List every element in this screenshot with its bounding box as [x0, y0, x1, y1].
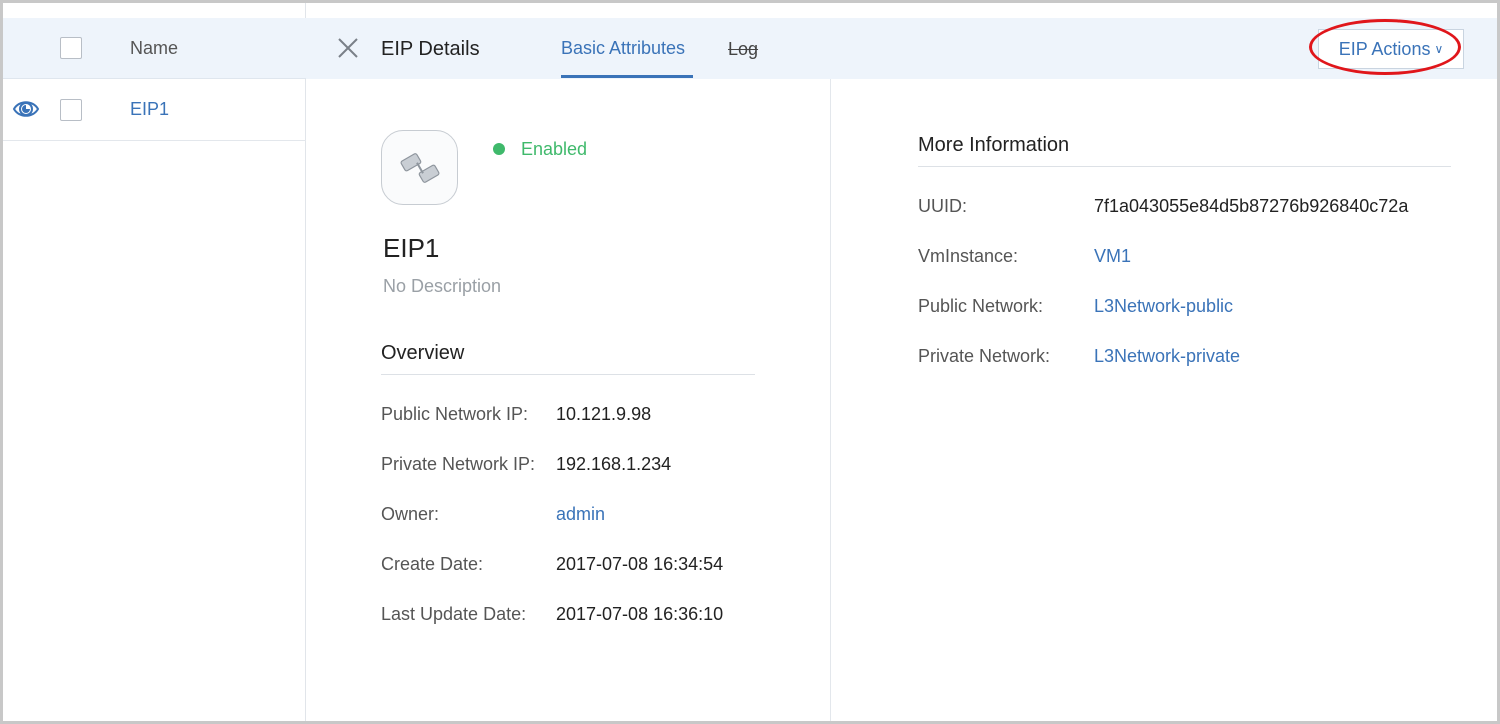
public-network-ip-value: 10.121.9.98: [556, 404, 652, 424]
eip-name: EIP1: [383, 233, 440, 263]
tab-basic-attributes[interactable]: Basic Attributes: [561, 38, 685, 59]
status-indicator: [493, 143, 505, 155]
uuid-value: 7f1a043055e84d5b87276b926840c72a: [1094, 196, 1409, 216]
detail-header: EIP Details Basic Attributes Log EIP Act…: [306, 18, 1497, 79]
last-update-date-value: 2017-07-08 16:36:10: [556, 604, 724, 624]
public-network-ip-label: Public Network IP:: [381, 404, 529, 424]
detail-title: EIP Details: [381, 38, 480, 60]
select-all-checkbox[interactable]: [60, 37, 82, 59]
overview-title: Overview: [381, 342, 465, 364]
overview-divider: [381, 374, 755, 375]
row-name-link[interactable]: EIP1: [130, 99, 169, 120]
vminstance-link[interactable]: VM1: [1094, 246, 1131, 267]
list-header: Name: [3, 18, 306, 79]
private-network-link[interactable]: L3Network-private: [1094, 346, 1240, 367]
owner-label: Owner:: [381, 504, 440, 524]
private-network-ip-value: 192.168.1.234: [556, 454, 672, 474]
tab-log[interactable]: Log: [728, 39, 758, 60]
eip-description: No Description: [383, 276, 502, 296]
chevron-down-icon: ∨: [1434, 42, 1444, 56]
public-network-label: Public Network:: [918, 296, 1044, 316]
eip-list-panel: Name EIP1: [3, 3, 306, 721]
close-icon[interactable]: [336, 36, 360, 60]
uuid-label: UUID:: [918, 196, 967, 216]
name-column-header[interactable]: Name: [130, 38, 178, 59]
active-tab-indicator: [561, 75, 693, 78]
owner-link[interactable]: admin: [556, 504, 605, 525]
eip-actions-button[interactable]: EIP Actions ∨: [1318, 29, 1464, 69]
eye-icon[interactable]: [12, 97, 40, 121]
column-divider: [830, 79, 831, 721]
eip-actions-label: EIP Actions: [1338, 39, 1431, 59]
status-text: Enabled: [521, 139, 588, 159]
private-network-ip-label: Private Network IP:: [381, 454, 536, 474]
last-update-date-label: Last Update Date:: [381, 604, 527, 624]
table-row[interactable]: EIP1: [3, 79, 306, 141]
more-information-divider: [918, 166, 1451, 167]
create-date-value: 2017-07-08 16:34:54: [556, 554, 724, 574]
more-information-title: More Information: [918, 134, 1070, 156]
public-network-link[interactable]: L3Network-public: [1094, 296, 1233, 317]
app-frame: Name EIP1 EIP Details Basic Attributes L…: [0, 0, 1500, 724]
vminstance-label: VmInstance:: [918, 246, 1019, 266]
eip-icon-container: [381, 130, 458, 205]
create-date-label: Create Date:: [381, 554, 484, 574]
row-checkbox[interactable]: [60, 99, 82, 121]
private-network-label: Private Network:: [918, 346, 1051, 366]
eip-link-icon: [400, 153, 440, 183]
